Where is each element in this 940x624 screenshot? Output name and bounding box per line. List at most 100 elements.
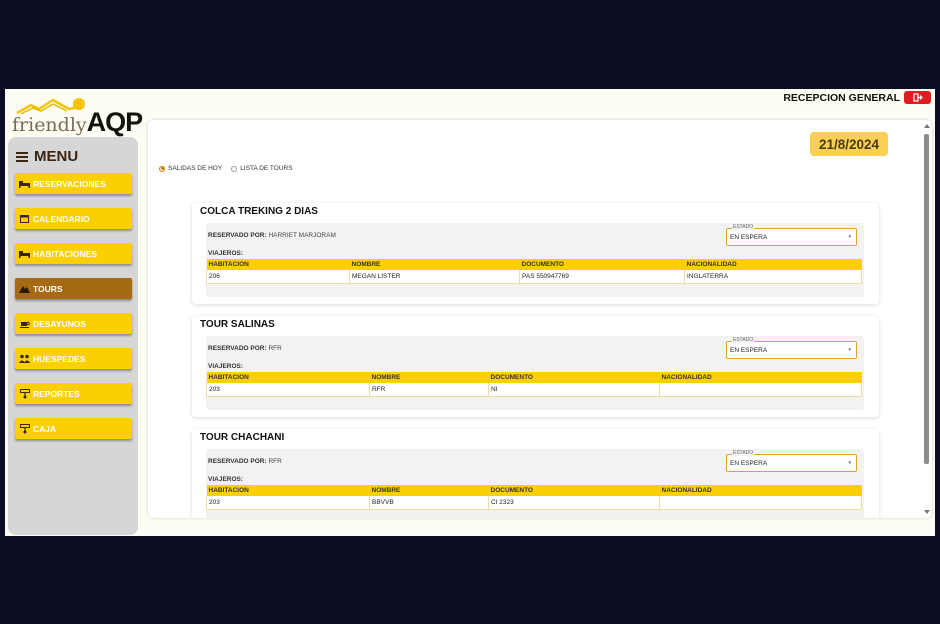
col-nacionalidad: NACIONALIDAD: [684, 259, 862, 270]
users-icon: [19, 353, 30, 364]
sidebar-item-caja[interactable]: CAJA: [15, 418, 132, 439]
tour-title: COLCA TREKING 2 DIAS: [200, 206, 318, 217]
scroll-thumb[interactable]: [924, 134, 929, 464]
estado-select[interactable]: ESTADO EN ESPERA ▾: [726, 224, 857, 246]
date-badge: 21/8/2024: [810, 132, 888, 156]
sidebar-item-habitaciones[interactable]: HABITACIONES: [15, 243, 132, 264]
estado-value: EN ESPERA: [730, 460, 768, 467]
cell-nombre: MEGAN LISTER: [349, 270, 520, 284]
cell-nombre: BBVVB: [369, 496, 489, 510]
cell-habitacion: 206: [206, 270, 350, 284]
table-row: 203 BBVVB CI 2323: [206, 496, 862, 510]
radio-salidas-de-hoy[interactable]: SALIDAS DE HOY: [159, 165, 222, 172]
sidebar: MENU RESERVACIONES CALENDARIO HABITACION…: [8, 137, 138, 535]
reserved-label: RESERVADO POR:: [208, 232, 267, 239]
reserved-by: RESERVADO POR: HARRIET MARJORAM: [208, 232, 336, 239]
sidebar-item-label: CALENDARIO: [33, 213, 90, 224]
cell-habitacion: 203: [206, 496, 370, 510]
estado-value: EN ESPERA: [730, 347, 768, 354]
tour-card: TOUR SALINAS RESERVADO POR: RFR ESTADO E…: [192, 316, 879, 417]
travelers-label: VIAJEROS:: [208, 363, 244, 370]
bed-icon: [19, 178, 30, 189]
cell-nacionalidad: [659, 496, 862, 510]
sidebar-item-label: DESAYUNOS: [33, 318, 87, 329]
reserved-by: RESERVADO POR: RFR: [208, 345, 282, 352]
radio-dot: [159, 165, 165, 172]
radio-lista-de-tours[interactable]: LISTA DE TOURS: [231, 165, 293, 172]
sidebar-item-label: CAJA: [33, 423, 57, 434]
sidebar-item-tours[interactable]: TOURS: [15, 278, 132, 299]
estado-label: ESTADO: [732, 337, 755, 343]
logo-aqp: AQP: [86, 107, 144, 137]
mountain-icon: [19, 283, 30, 294]
report-icon: [19, 388, 30, 399]
table-row: 203 RFR NI: [206, 383, 862, 397]
travelers-label: VIAJEROS:: [208, 250, 244, 257]
travelers-table: HABITACION NOMBRE DOCUMENTO NACIONALIDAD…: [206, 485, 862, 510]
table-header: HABITACION NOMBRE DOCUMENTO NACIONALIDAD: [206, 372, 862, 383]
estado-select[interactable]: ESTADO EN ESPERA ▾: [726, 450, 857, 472]
sidebar-item-reportes[interactable]: REPORTES: [15, 383, 132, 404]
chevron-down-icon: ▾: [848, 347, 851, 353]
breakfast-icon: [19, 318, 30, 329]
reserved-name: HARRIET MARJORAM: [268, 232, 336, 239]
table-header: HABITACION NOMBRE DOCUMENTO NACIONALIDAD: [206, 485, 862, 496]
app-window: friendlyAQP RECEPCION GENERAL MENU RESER…: [5, 89, 935, 536]
logout-button[interactable]: [904, 91, 931, 104]
logo-friendly: friendly: [12, 114, 87, 136]
chevron-down-icon: ▾: [848, 460, 851, 466]
cell-documento: NI: [488, 383, 660, 397]
reserved-name: RFR: [268, 458, 282, 465]
sidebar-item-label: RESERVACIONES: [33, 178, 106, 189]
menu-label: MENU: [34, 148, 79, 165]
travelers-table: HABITACION NOMBRE DOCUMENTO NACIONALIDAD…: [206, 372, 862, 397]
sidebar-item-reservaciones[interactable]: RESERVACIONES: [15, 173, 132, 194]
sidebar-item-label: TOURS: [33, 283, 63, 294]
sidebar-item-label: HABITACIONES: [33, 248, 98, 259]
sidebar-item-desayunos[interactable]: DESAYUNOS: [15, 313, 132, 334]
tour-card: COLCA TREKING 2 DIAS RESERVADO POR: HARR…: [192, 203, 879, 304]
estado-select[interactable]: ESTADO EN ESPERA ▾: [726, 337, 857, 359]
main-panel: 21/8/2024 SALIDAS DE HOY LISTA DE TOURS …: [148, 120, 932, 518]
sidebar-item-calendario[interactable]: CALENDARIO: [15, 208, 132, 229]
scrollbar[interactable]: [922, 120, 932, 518]
col-habitacion: HABITACION: [206, 372, 370, 383]
col-documento: DOCUMENTO: [488, 372, 660, 383]
top-bar: RECEPCION GENERAL: [783, 91, 931, 104]
radio-label: LISTA DE TOURS: [240, 165, 293, 172]
col-documento: DOCUMENTO: [488, 485, 660, 496]
reserved-by: RESERVADO POR: RFR: [208, 458, 282, 465]
hamburger-icon: [16, 151, 28, 162]
scroll-up-icon[interactable]: [924, 124, 930, 128]
sidebar-item-huespedes[interactable]: HUESPEDES: [15, 348, 132, 369]
reserved-name: RFR: [268, 345, 282, 352]
estado-label: ESTADO: [732, 224, 755, 230]
page-title: RECEPCION GENERAL: [783, 91, 900, 104]
bed-icon: [19, 248, 30, 259]
view-toggle: SALIDAS DE HOY LISTA DE TOURS: [159, 165, 293, 172]
sidebar-item-label: HUESPEDES: [33, 353, 86, 364]
travelers-label: VIAJEROS:: [208, 476, 244, 483]
logout-icon: [912, 93, 923, 102]
col-nombre: NOMBRE: [369, 372, 489, 383]
col-nacionalidad: NACIONALIDAD: [659, 372, 862, 383]
estado-label: ESTADO: [732, 450, 755, 456]
menu-header[interactable]: MENU: [16, 148, 78, 165]
cell-nombre: RFR: [369, 383, 489, 397]
tour-details: RESERVADO POR: RFR ESTADO EN ESPERA ▾ VI…: [206, 336, 864, 410]
col-nacionalidad: NACIONALIDAD: [659, 485, 862, 496]
travelers-table: HABITACION NOMBRE DOCUMENTO NACIONALIDAD…: [206, 259, 862, 284]
reserved-label: RESERVADO POR:: [208, 345, 267, 352]
reserved-label: RESERVADO POR:: [208, 458, 267, 465]
cell-nacionalidad: INGLATERRA: [684, 270, 862, 284]
col-documento: DOCUMENTO: [519, 259, 685, 270]
col-nombre: NOMBRE: [349, 259, 520, 270]
tour-details: RESERVADO POR: RFR ESTADO EN ESPERA ▾ VI…: [206, 449, 864, 518]
scroll-down-icon[interactable]: [924, 510, 930, 514]
calendar-icon: [19, 213, 30, 224]
radio-label: SALIDAS DE HOY: [168, 165, 223, 172]
cell-documento: PAS 550947769: [519, 270, 685, 284]
cash-icon: [19, 423, 30, 434]
cell-habitacion: 203: [206, 383, 370, 397]
cell-documento: CI 2323: [488, 496, 660, 510]
